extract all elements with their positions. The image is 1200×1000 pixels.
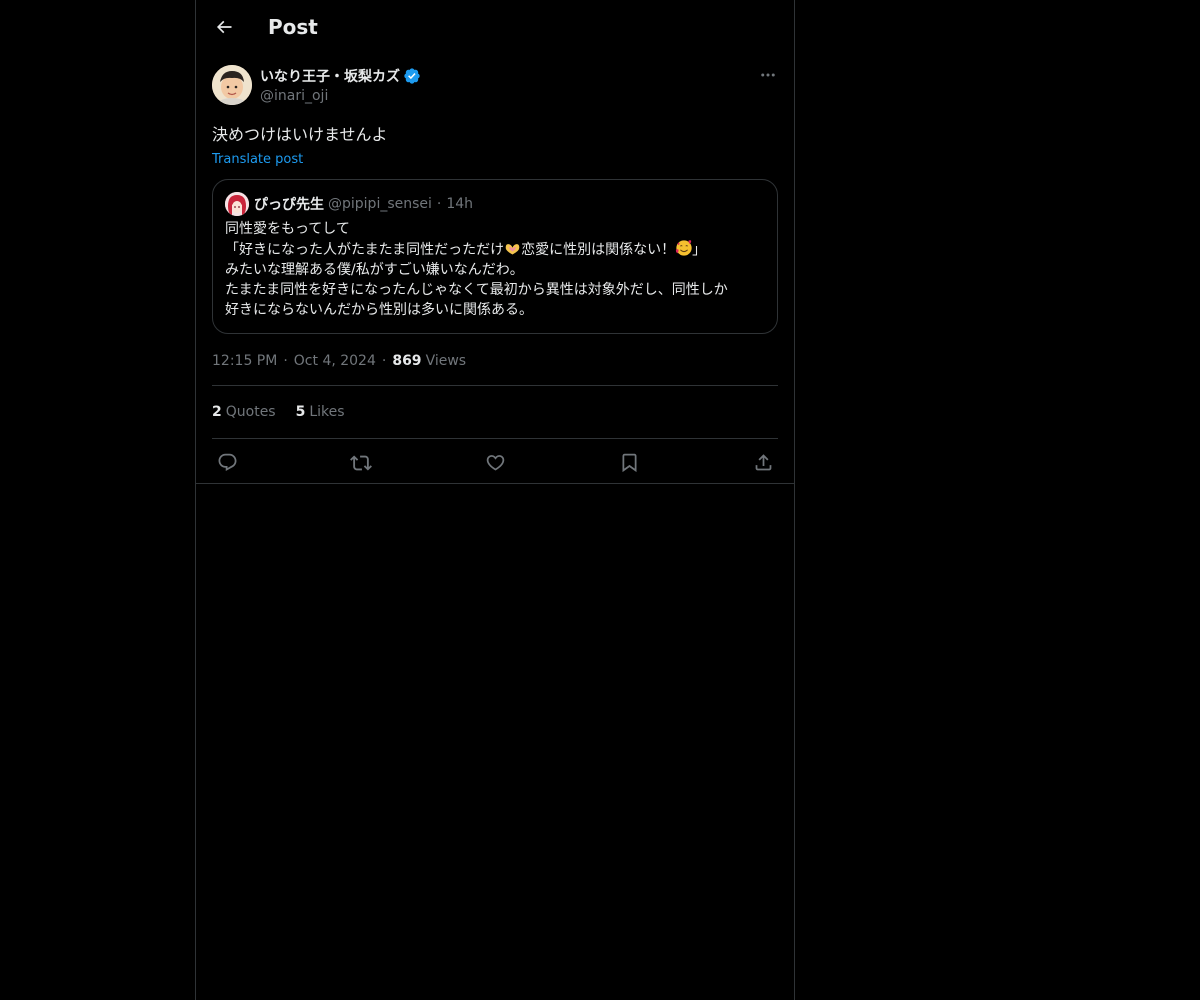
post: いなり王子・坂梨カズ @inari_oji 決めつけはいけませんよ Transl…	[196, 65, 794, 486]
verified-badge-icon[interactable]	[403, 67, 421, 85]
post-time[interactable]: 12:15 PM	[212, 353, 277, 369]
author-display-name[interactable]: いなり王子・坂梨カズ	[260, 66, 400, 86]
likes-stat[interactable]: 5 Likes	[296, 404, 345, 420]
quote-handle: @pipipi_sensei	[328, 196, 432, 212]
bookmark-button[interactable]	[618, 452, 640, 474]
meta-separator: ·	[283, 353, 288, 369]
arrow-left-icon	[216, 20, 232, 33]
quote-line: たまたま同性を好きになったんじゃなくて最初から異性は対象外だし、同性しか	[225, 282, 728, 298]
likes-count: 5	[295, 404, 306, 420]
action-bar	[212, 439, 778, 486]
author-names: いなり王子・坂梨カズ @inari_oji	[260, 66, 421, 104]
display-name-row: いなり王子・坂梨カズ	[260, 66, 421, 86]
quotes-stat[interactable]: 2 Quotes	[212, 404, 276, 420]
post-date[interactable]: Oct 4, 2024	[294, 353, 376, 369]
quote-text: 同性愛をもってして 「好きになった人がたまたま同性だっただけ 恋愛に性別は関係ない…	[225, 219, 765, 320]
share-icon	[755, 454, 771, 471]
post-meta: 12:15 PM · Oct 4, 2024 · 869 Views	[212, 353, 778, 386]
thread-divider	[196, 483, 794, 484]
page-title: Post	[268, 14, 318, 39]
more-options-button[interactable]	[758, 65, 778, 85]
post-text: 決めつけはいけませんよ	[212, 125, 388, 144]
quote-line-segment: 「好きになった人がたまたま同性だっただけ	[225, 242, 505, 258]
quote-avatar	[225, 192, 249, 216]
quote-display-name: ぴっぴ先生	[254, 197, 324, 213]
like-button[interactable]	[484, 452, 506, 474]
smiling-face-with-hearts-emoji-icon	[675, 239, 692, 256]
avatar-image	[212, 65, 252, 105]
quotes-label: Quotes	[225, 404, 276, 420]
quote-time: 14h	[446, 196, 474, 212]
like-icon	[486, 455, 504, 471]
bookmark-icon	[622, 453, 636, 473]
meta-separator: ·	[381, 353, 387, 369]
main-column: Post いなり王子・坂梨カズ @inari_oji 決めつけはいけませんよ T…	[195, 0, 795, 1000]
back-button[interactable]	[212, 15, 236, 39]
views-count: 869	[392, 353, 422, 369]
post-stats: 2 Quotes 5 Likes	[212, 386, 778, 439]
quoted-post[interactable]: ぴっぴ先生 @pipipi_sensei · 14h 同性愛をもってして 「好き…	[212, 179, 778, 334]
quote-line: 「好きになった人がたまたま同性だっただけ 恋愛に性別は関係ない！ 」	[225, 239, 765, 260]
quote-line: みたいな理解ある僕/私がすごい嫌いなんだわ。	[225, 262, 524, 278]
share-button[interactable]	[752, 452, 774, 474]
page-header: Post	[196, 0, 794, 53]
translate-post-link[interactable]: Translate post	[212, 152, 778, 167]
quote-line: 好きにならないんだから性別は多いに関係ある。	[225, 302, 533, 318]
quote-line-segment: 恋愛に性別は関係ない！	[521, 242, 676, 258]
reply-icon	[218, 453, 236, 471]
quote-line: 同性愛をもってして	[225, 221, 350, 237]
author-avatar[interactable]	[212, 65, 252, 105]
quote-separator: ·	[436, 196, 442, 212]
more-horizontal-icon	[761, 73, 775, 77]
heart-hands-emoji-icon	[504, 240, 521, 257]
author-handle[interactable]: @inari_oji	[260, 88, 421, 104]
repost-icon	[350, 455, 372, 470]
likes-label: Likes	[309, 404, 345, 420]
reply-button[interactable]	[216, 452, 238, 474]
repost-button[interactable]	[350, 452, 372, 474]
quotes-count: 2	[212, 404, 222, 420]
quote-line-segment: 」	[692, 242, 707, 258]
quote-avatar-image	[225, 192, 249, 216]
views-label: Views	[425, 353, 467, 369]
quote-header: ぴっぴ先生 @pipipi_sensei · 14h	[225, 192, 765, 216]
author-row: いなり王子・坂梨カズ @inari_oji	[212, 65, 778, 105]
